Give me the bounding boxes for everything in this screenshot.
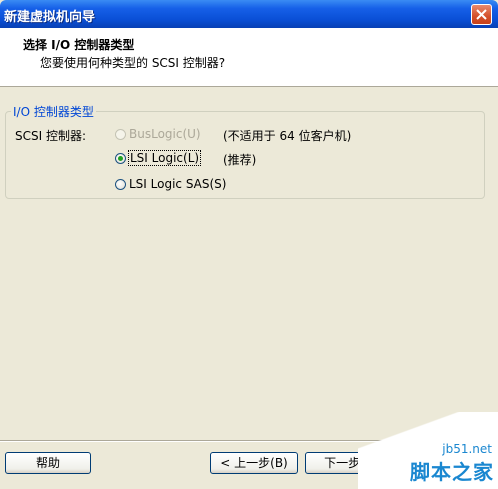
lsi-logic-note: (推荐) bbox=[223, 153, 257, 167]
radio-selected-dot bbox=[118, 155, 123, 161]
title-bar: 新建虚拟机向导 bbox=[0, 0, 498, 28]
group-legend: I/O 控制器类型 bbox=[11, 103, 96, 120]
page-title: 选择 I/O 控制器类型 bbox=[23, 38, 135, 52]
radio-circle bbox=[115, 178, 126, 190]
radio-lsi-logic-sas[interactable]: LSI Logic SAS(S) bbox=[115, 177, 226, 191]
radio-label-buslogic: BusLogic(U) bbox=[129, 127, 201, 141]
buslogic-note: (不适用于 64 位客户机) bbox=[223, 129, 352, 143]
window-title: 新建虚拟机向导 bbox=[4, 10, 96, 25]
radio-circle bbox=[115, 128, 126, 140]
radio-circle-selected bbox=[115, 152, 126, 164]
watermark-name: 脚本之家 bbox=[410, 460, 494, 484]
radio-label-lsi-logic-sas: LSI Logic SAS(S) bbox=[129, 177, 227, 191]
close-button[interactable] bbox=[471, 4, 492, 25]
help-button[interactable]: 帮助 bbox=[5, 452, 91, 474]
radio-buslogic[interactable]: BusLogic(U) bbox=[115, 127, 201, 141]
radio-label-lsi-logic: LSI Logic(L) bbox=[127, 150, 202, 166]
close-icon bbox=[476, 9, 487, 20]
site-watermark: jb51.net 脚本之家 bbox=[358, 412, 498, 489]
scsi-controller-label: SCSI 控制器: bbox=[15, 129, 87, 143]
watermark-url: jb51.net bbox=[442, 442, 492, 456]
radio-lsi-logic[interactable]: LSI Logic(L) bbox=[115, 150, 202, 166]
page-subtitle: 您要使用何种类型的 SCSI 控制器? bbox=[40, 56, 226, 70]
back-button[interactable]: < 上一步(B) bbox=[210, 452, 298, 474]
wizard-header: 选择 I/O 控制器类型 您要使用何种类型的 SCSI 控制器? bbox=[0, 28, 498, 87]
